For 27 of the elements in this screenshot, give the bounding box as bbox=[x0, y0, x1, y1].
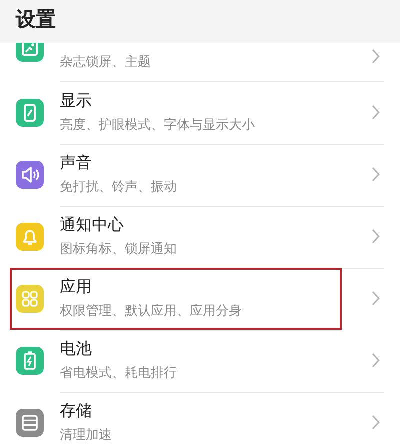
settings-item[interactable]: 电池 省电模式、耗电排行 bbox=[0, 330, 400, 392]
chevron-icon bbox=[372, 167, 380, 182]
item-subtitle: 图标角标、锁屏通知 bbox=[60, 241, 177, 258]
item-subtitle: 权限管理、默认应用、应用分身 bbox=[60, 303, 242, 320]
highlighted-settings-item[interactable]: 应用 权限管理、默认应用、应用分身 bbox=[10, 268, 342, 330]
item-subtitle: 杂志锁屏、主题 bbox=[60, 54, 151, 71]
item-title: 应用 bbox=[60, 277, 92, 298]
chevron-icon bbox=[372, 49, 380, 64]
settings-item[interactable]: 声音 免打扰、铃声、振动 bbox=[0, 144, 400, 206]
item-title: 存储 bbox=[60, 401, 92, 422]
settings-item[interactable]: 通知中心 图标角标、锁屏通知 bbox=[0, 206, 400, 268]
item-subtitle: 亮度、护眼模式、字体与显示大小 bbox=[60, 117, 255, 134]
chevron-icon bbox=[372, 353, 380, 368]
item-title: 声音 bbox=[60, 153, 92, 174]
item-title: 显示 bbox=[60, 91, 92, 112]
settings-item[interactable]: 存储 清理加速 bbox=[0, 392, 400, 448]
item-subtitle: 清理加速 bbox=[60, 427, 112, 444]
item-subtitle: 省电模式、耗电排行 bbox=[60, 365, 177, 382]
item-title: 电池 bbox=[60, 339, 92, 360]
item-subtitle: 免打扰、铃声、振动 bbox=[60, 179, 177, 196]
chevron-icon bbox=[372, 229, 380, 244]
chevron-icon bbox=[372, 415, 380, 430]
chevron-icon bbox=[372, 105, 380, 120]
item-title: 通知中心 bbox=[60, 215, 124, 236]
settings-item[interactable]: 显示 亮度、护眼模式、字体与显示大小 bbox=[0, 82, 400, 144]
page-title: 设置 bbox=[16, 6, 56, 33]
chevron-icon bbox=[372, 291, 380, 306]
